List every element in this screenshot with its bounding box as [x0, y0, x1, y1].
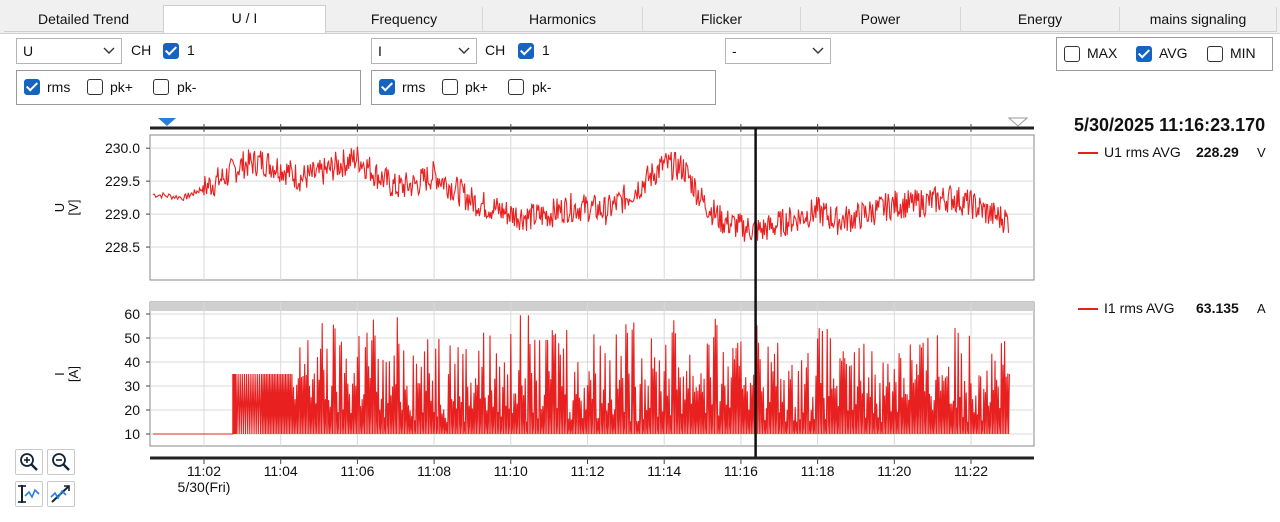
u-series-value: 228.29	[1196, 144, 1239, 160]
third-quantity-select-value: -	[732, 43, 737, 59]
value-type-group-left: rms pk+ pk-	[16, 70, 361, 105]
ch-label-right: CH	[485, 42, 506, 58]
u-legend-panel: U1 rms AVG 228.29 V	[1074, 139, 1280, 286]
cursor-timestamp: 5/30/2025 11:16:23.170	[1074, 115, 1266, 135]
tab-mains-signaling[interactable]: mains signaling	[1120, 7, 1277, 32]
current-chart: 10 20 30 40 50 60 I [A]	[52, 301, 1035, 447]
pk-plus-checkbox-right[interactable]	[442, 79, 458, 95]
y-axis-label: [A]	[66, 366, 81, 382]
statistic-group: MAX AVG MIN	[1056, 37, 1273, 71]
avg-label: AVG	[1159, 45, 1188, 61]
cursor-marker-start-icon	[158, 118, 176, 126]
max-checkbox[interactable]	[1064, 46, 1080, 62]
avg-checkbox[interactable]	[1136, 46, 1152, 62]
tab-bar: Detailed Trend U / I Frequency Harmonics…	[0, 0, 1280, 34]
pk-minus-label-left: pk-	[177, 79, 197, 95]
x-tick-label: 11:08	[417, 463, 451, 479]
voltage-chart-frame	[149, 134, 1035, 281]
pk-plus-label-right: pk+	[465, 79, 488, 95]
chevron-down-icon	[812, 47, 824, 54]
tab-detailed-trend[interactable]: Detailed Trend	[4, 7, 164, 32]
x-tick-label: 11:10	[494, 463, 528, 479]
y-tick-label: 30	[124, 378, 140, 394]
chevron-down-icon	[458, 47, 470, 54]
ch-label-left: CH	[131, 42, 152, 58]
i-series-value: 63.135	[1196, 300, 1239, 316]
quantity-select-left[interactable]: U	[16, 38, 122, 64]
u-series-label: U1 rms AVG	[1104, 144, 1181, 160]
x-tick-label: 11:14	[647, 463, 681, 479]
rms-label-left: rms	[47, 79, 71, 95]
tab-u-i[interactable]: U / I	[163, 5, 326, 34]
y-tick-label: 10	[124, 426, 140, 442]
pk-minus-checkbox-left[interactable]	[153, 79, 169, 95]
current-chart-header-band	[150, 302, 1034, 311]
voltage-chart: 228.5 229.0 229.5 230.0 U [V]	[52, 134, 1035, 281]
max-label: MAX	[1087, 45, 1118, 61]
quantity-select-left-value: U	[23, 43, 34, 59]
quantity-select-right[interactable]: I	[371, 38, 477, 64]
rms-checkbox-left[interactable]	[24, 79, 40, 95]
y-tick-label: 20	[124, 402, 140, 418]
y-axis-label: U	[52, 203, 67, 212]
x-tick-label: 11:06	[340, 463, 374, 479]
y-axis-label: [V]	[66, 200, 81, 216]
y-tick-label: 50	[124, 330, 140, 346]
i-series-label: I1 rms AVG	[1104, 300, 1175, 316]
y-tick-label: 229.5	[105, 173, 140, 189]
tab-frequency[interactable]: Frequency	[326, 7, 483, 32]
x-tick-label: 11:18	[801, 463, 835, 479]
x-axis-date-label: 5/30(Fri)	[178, 479, 231, 495]
i-legend-panel: I1 rms AVG 63.135 A	[1074, 295, 1280, 451]
x-tick-label: 11:12	[571, 463, 605, 479]
u-series-unit: V	[1257, 145, 1266, 160]
channel-number-right: 1	[542, 42, 550, 58]
x-tick-label: 11:22	[954, 463, 988, 479]
y-tick-label: 230.0	[105, 140, 140, 156]
tab-energy[interactable]: Energy	[961, 7, 1120, 32]
rms-checkbox-right[interactable]	[379, 79, 395, 95]
channel-checkbox-right[interactable]	[518, 43, 534, 59]
pk-plus-label-left: pk+	[110, 79, 133, 95]
trend-charts: 228.5 229.0 229.5 230.0 U [V] 10 20 30 40 50 60 I [A]…	[52, 117, 1035, 495]
i-series-unit: A	[1257, 301, 1266, 316]
pk-plus-checkbox-left[interactable]	[87, 79, 103, 95]
tab-power[interactable]: Power	[801, 7, 961, 32]
u-series-swatch	[1078, 152, 1098, 154]
channel-number-left: 1	[187, 42, 195, 58]
cursor-marker-end-icon	[1007, 117, 1029, 127]
third-quantity-select[interactable]: -	[725, 38, 831, 64]
y-axis-label: I	[52, 372, 67, 376]
y-tick-label: 60	[124, 306, 140, 322]
y-tick-label: 40	[124, 354, 140, 370]
x-tick-label: 11:02	[187, 463, 221, 479]
tab-harmonics[interactable]: Harmonics	[483, 7, 643, 32]
x-tick-label: 11:04	[264, 463, 298, 479]
y-tick-label: 229.0	[105, 206, 140, 222]
min-checkbox[interactable]	[1207, 46, 1223, 62]
pk-minus-label-right: pk-	[532, 79, 552, 95]
channel-checkbox-left[interactable]	[163, 43, 179, 59]
axes-layer: 228.5 229.0 229.5 230.0 U [V] 10 20 30 40 50 60 I [A]…	[52, 117, 1035, 495]
chevron-down-icon	[103, 47, 115, 54]
x-tick-label: 11:20	[877, 463, 911, 479]
x-tick-label: 11:16	[724, 463, 758, 479]
tab-flicker[interactable]: Flicker	[643, 7, 801, 32]
rms-label-right: rms	[402, 79, 426, 95]
value-type-group-right: rms pk+ pk-	[371, 70, 716, 105]
y-tick-label: 228.5	[105, 239, 140, 255]
pk-minus-checkbox-right[interactable]	[508, 79, 524, 95]
min-label: MIN	[1230, 45, 1256, 61]
i-series-swatch	[1078, 308, 1098, 310]
quantity-select-right-value: I	[378, 43, 382, 59]
